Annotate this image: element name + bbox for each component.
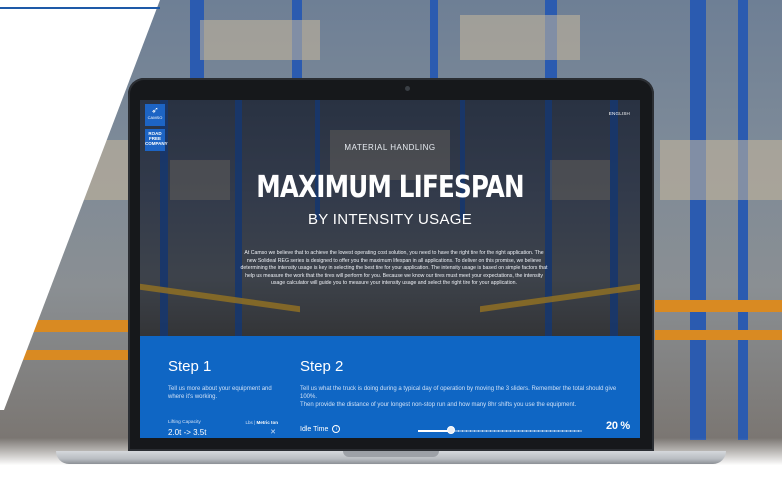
idle-time-slider-fill xyxy=(418,430,451,432)
hero-section: ➶ CAMSO ROAD FREE COMPANY ENGLISH MATERI… xyxy=(140,100,640,336)
idle-time-text: Idle Time xyxy=(300,426,329,433)
laptop-screen: ➶ CAMSO ROAD FREE COMPANY ENGLISH MATERI… xyxy=(140,100,640,438)
step-1-text: Tell us more about your equipment and wh… xyxy=(168,386,272,400)
step-2-title: Step 2 xyxy=(300,358,344,375)
lifting-capacity-value: 2.0t -> 3.5t xyxy=(168,428,207,437)
idle-time-label: Idle Time i xyxy=(300,425,341,433)
lifting-capacity-select[interactable]: 2.0t -> 3.5t ✕ xyxy=(168,428,278,438)
step-1-title: Step 1 xyxy=(168,358,212,375)
info-icon[interactable]: i xyxy=(332,425,341,433)
unit-toggle[interactable]: Lbs | Metric ton xyxy=(246,420,278,425)
camso-logo[interactable]: ➶ CAMSO xyxy=(145,104,165,126)
step-1: Step 1 Tell us more about your equipment… xyxy=(168,358,278,401)
page-subtitle: BY INTENSITY USAGE xyxy=(307,211,473,228)
step-2: Step 2 Tell us what the truck is doing d… xyxy=(300,358,630,409)
laptop-notch xyxy=(343,451,439,457)
idle-time-slider-handle[interactable] xyxy=(446,426,455,434)
chevron-down-icon: ✕ xyxy=(270,429,276,436)
accent-line xyxy=(0,7,160,9)
intro-paragraph: At Camso we believe that to achieve the … xyxy=(240,250,548,287)
lifting-capacity-label: Lifting Capacity xyxy=(168,420,201,425)
slider-ticks xyxy=(458,430,582,432)
camso-logo-text: CAMSO xyxy=(147,115,163,120)
page-title: MAXIMUM LIFESPAN xyxy=(256,170,524,205)
language-switch[interactable]: ENGLISH xyxy=(609,111,630,116)
unit-lbs[interactable]: Lbs xyxy=(246,420,253,425)
idle-time-value: 20 % xyxy=(606,420,630,432)
webcam-icon xyxy=(405,86,410,91)
unit-metric[interactable]: Metric ton xyxy=(256,420,278,425)
section-kicker: MATERIAL HANDLING xyxy=(344,143,436,152)
step-2-text-2: Then provide the distance of your longes… xyxy=(300,402,577,408)
step-2-text: Tell us what the truck is doing during a… xyxy=(300,386,617,400)
calculator-panel: Step 1 Tell us more about your equipment… xyxy=(140,336,640,438)
